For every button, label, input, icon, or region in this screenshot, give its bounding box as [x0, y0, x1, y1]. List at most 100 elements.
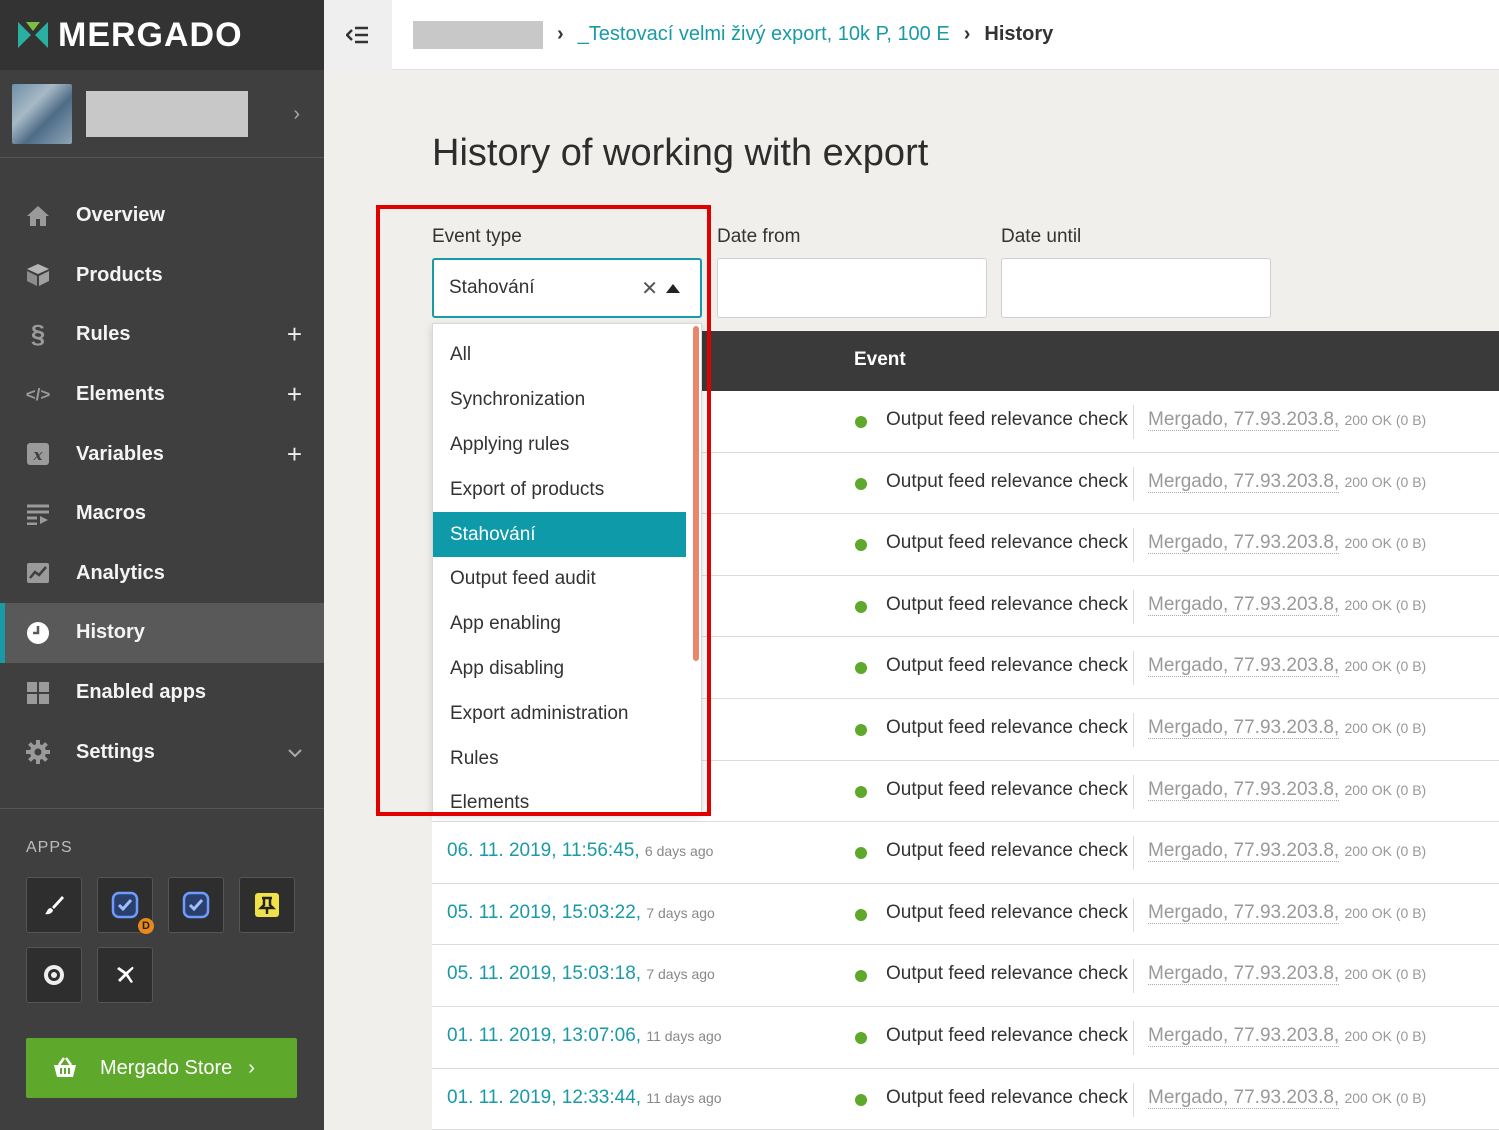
chevron-down-icon[interactable] — [288, 742, 302, 763]
sidebar-item-label: Products — [76, 263, 163, 286]
status-dot — [855, 1093, 867, 1106]
row-age: 11 days ago — [646, 1027, 722, 1044]
row-date-value[interactable]: 01. 11. 2019, 13:07:06, — [447, 1025, 641, 1046]
row-status: 200 OK (0 B) — [1344, 596, 1427, 613]
dropdown-option[interactable]: Export administration — [433, 691, 686, 736]
status-dot — [855, 1031, 867, 1044]
row-status: 200 OK (0 B) — [1344, 719, 1427, 736]
row-date-value[interactable]: 05. 11. 2019, 15:03:18, — [447, 963, 641, 984]
collapse-sidebar-button[interactable] — [324, 0, 392, 70]
sidebar-item-label: Macros — [76, 502, 147, 525]
row-status: 200 OK (0 B) — [1344, 966, 1427, 983]
dropdown-option[interactable]: Output feed audit — [433, 557, 686, 602]
dropdown-scrollbar[interactable] — [693, 326, 699, 661]
app-plane-button[interactable] — [97, 947, 153, 1003]
breadcrumb-separator: › — [557, 23, 564, 45]
logo[interactable]: MERGADO — [0, 0, 324, 70]
dropdown-option[interactable]: Export of products — [433, 467, 686, 512]
app-check-button[interactable] — [168, 877, 224, 933]
code-icon: </> — [25, 384, 51, 404]
divider — [1133, 466, 1134, 501]
app-pin-button[interactable] — [239, 877, 295, 933]
table-row[interactable]: 01. 11. 2019, 12:33:44, 11 days ago Outpu… — [432, 1068, 1499, 1130]
row-date-value[interactable]: 06. 11. 2019, 11:56:45, — [447, 840, 640, 861]
sidebar-item-history[interactable]: History — [0, 603, 324, 663]
date-until-input[interactable] — [1001, 258, 1271, 318]
sidebar-item-label: Analytics — [76, 561, 165, 584]
dropdown-option[interactable]: Elements — [433, 781, 686, 812]
sidebar-item-elements[interactable]: </> Elements + — [0, 365, 324, 425]
row-event: Output feed relevance check — [886, 593, 1128, 615]
project-switcher[interactable]: › — [0, 70, 324, 158]
row-date-value[interactable]: 05. 11. 2019, 15:03:22, — [447, 902, 641, 923]
row-source: Mergado, 77.93.203.8, 200 OK (0 B) — [1148, 409, 1426, 431]
caret-up-icon[interactable] — [666, 283, 680, 293]
divider — [1133, 405, 1134, 439]
row-status: 200 OK (0 B) — [1344, 781, 1427, 798]
row-date[interactable]: 05. 11. 2019, 15:03:18, 7 days ago — [447, 963, 715, 985]
breadcrumb-separator: › — [963, 23, 971, 45]
status-dot — [855, 600, 867, 613]
sidebar-item-products[interactable]: Products — [0, 246, 324, 306]
chevron-right-icon: › — [293, 103, 300, 125]
event-type-dropdown: All Synchronization Applying rules Export o… — [432, 323, 702, 813]
status-dot — [855, 847, 867, 860]
dropdown-option[interactable]: Rules — [433, 736, 686, 781]
checkbox-icon — [182, 891, 210, 919]
chart-icon — [24, 559, 52, 587]
mergado-store-button[interactable]: Mergado Store › — [26, 1038, 297, 1098]
event-column-header: Event — [854, 349, 906, 370]
table-row[interactable]: 01. 11. 2019, 13:07:06, 11 days ago Outpu… — [432, 1006, 1499, 1069]
breadcrumb-export-link[interactable]: _Testovací velmi živý export, 10k P, 100… — [578, 23, 950, 46]
row-date-value[interactable]: 01. 11. 2019, 12:33:44, — [447, 1087, 641, 1108]
plus-icon[interactable]: + — [287, 379, 302, 410]
plus-icon[interactable]: + — [287, 439, 302, 470]
macro-icon — [24, 500, 52, 528]
row-date[interactable]: 05. 11. 2019, 15:03:22, 7 days ago — [447, 902, 715, 924]
row-source: Mergado, 77.93.203.8, 200 OK (0 B) — [1148, 716, 1427, 739]
sidebar-item-overview[interactable]: Overview — [0, 186, 324, 246]
sidebar-item-label: Overview — [76, 204, 165, 227]
dropdown-option[interactable]: Applying rules — [433, 423, 686, 468]
sidebar-item-macros[interactable]: Macros — [0, 484, 324, 544]
sidebar-item-analytics[interactable]: Analytics — [0, 544, 324, 604]
row-event: Output feed relevance check — [886, 655, 1128, 677]
sidebar-item-variables[interactable]: x Variables + — [0, 424, 324, 484]
dropdown-option[interactable]: App disabling — [433, 647, 686, 692]
dropdown-option[interactable]: Synchronization — [433, 378, 686, 423]
row-status: 200 OK (0 B) — [1344, 535, 1427, 552]
project-name-redacted — [86, 90, 248, 137]
clear-icon[interactable]: ✕ — [641, 276, 658, 301]
table-row[interactable]: 06. 11. 2019, 11:56:45, 6 days ago Output… — [432, 822, 1499, 884]
status-dot — [855, 970, 867, 983]
plus-icon[interactable]: + — [287, 319, 302, 350]
sidebar-item-settings[interactable]: Settings — [0, 722, 324, 782]
row-date[interactable]: 06. 11. 2019, 11:56:45, 6 days ago — [447, 840, 713, 862]
table-row[interactable]: 05. 11. 2019, 15:03:18, 7 days ago Output… — [432, 945, 1499, 1007]
sidebar-item-label: History — [76, 621, 145, 644]
app-check-dev-button[interactable]: D — [97, 877, 154, 934]
row-date[interactable]: 01. 11. 2019, 12:33:44, 11 days ago — [447, 1087, 722, 1109]
row-source: Mergado, 77.93.203.8, 200 OK (0 B) — [1148, 1024, 1427, 1047]
dropdown-option[interactable]: Stahování — [433, 512, 686, 557]
divider — [1133, 589, 1134, 624]
row-event: Output feed relevance check — [886, 901, 1128, 923]
dropdown-option[interactable]: All — [433, 333, 686, 378]
app-brush-button[interactable] — [26, 877, 82, 933]
row-status: 200 OK (0 B) — [1344, 1027, 1427, 1044]
sidebar-item-rules[interactable]: § Rules + — [0, 305, 324, 365]
checkbox-icon — [111, 891, 139, 919]
row-date[interactable]: 01. 11. 2019, 13:07:06, 11 days ago — [447, 1025, 722, 1047]
breadcrumb-project-redacted[interactable] — [413, 20, 543, 49]
event-type-select[interactable]: Stahování ✕ — [432, 258, 702, 318]
clock-icon — [24, 619, 52, 647]
divider — [1133, 1082, 1134, 1117]
divider — [1133, 774, 1134, 809]
table-row[interactable]: 05. 11. 2019, 15:03:22, 7 days ago Output… — [432, 883, 1499, 946]
divider — [1133, 528, 1134, 563]
row-source: Mergado, 77.93.203.8, 200 OK (0 B) — [1148, 778, 1427, 801]
app-coin-button[interactable] — [26, 947, 82, 1003]
date-from-input[interactable] — [717, 258, 987, 318]
sidebar-item-enabled-apps[interactable]: Enabled apps — [0, 663, 324, 723]
dropdown-option[interactable]: App enabling — [433, 602, 686, 647]
